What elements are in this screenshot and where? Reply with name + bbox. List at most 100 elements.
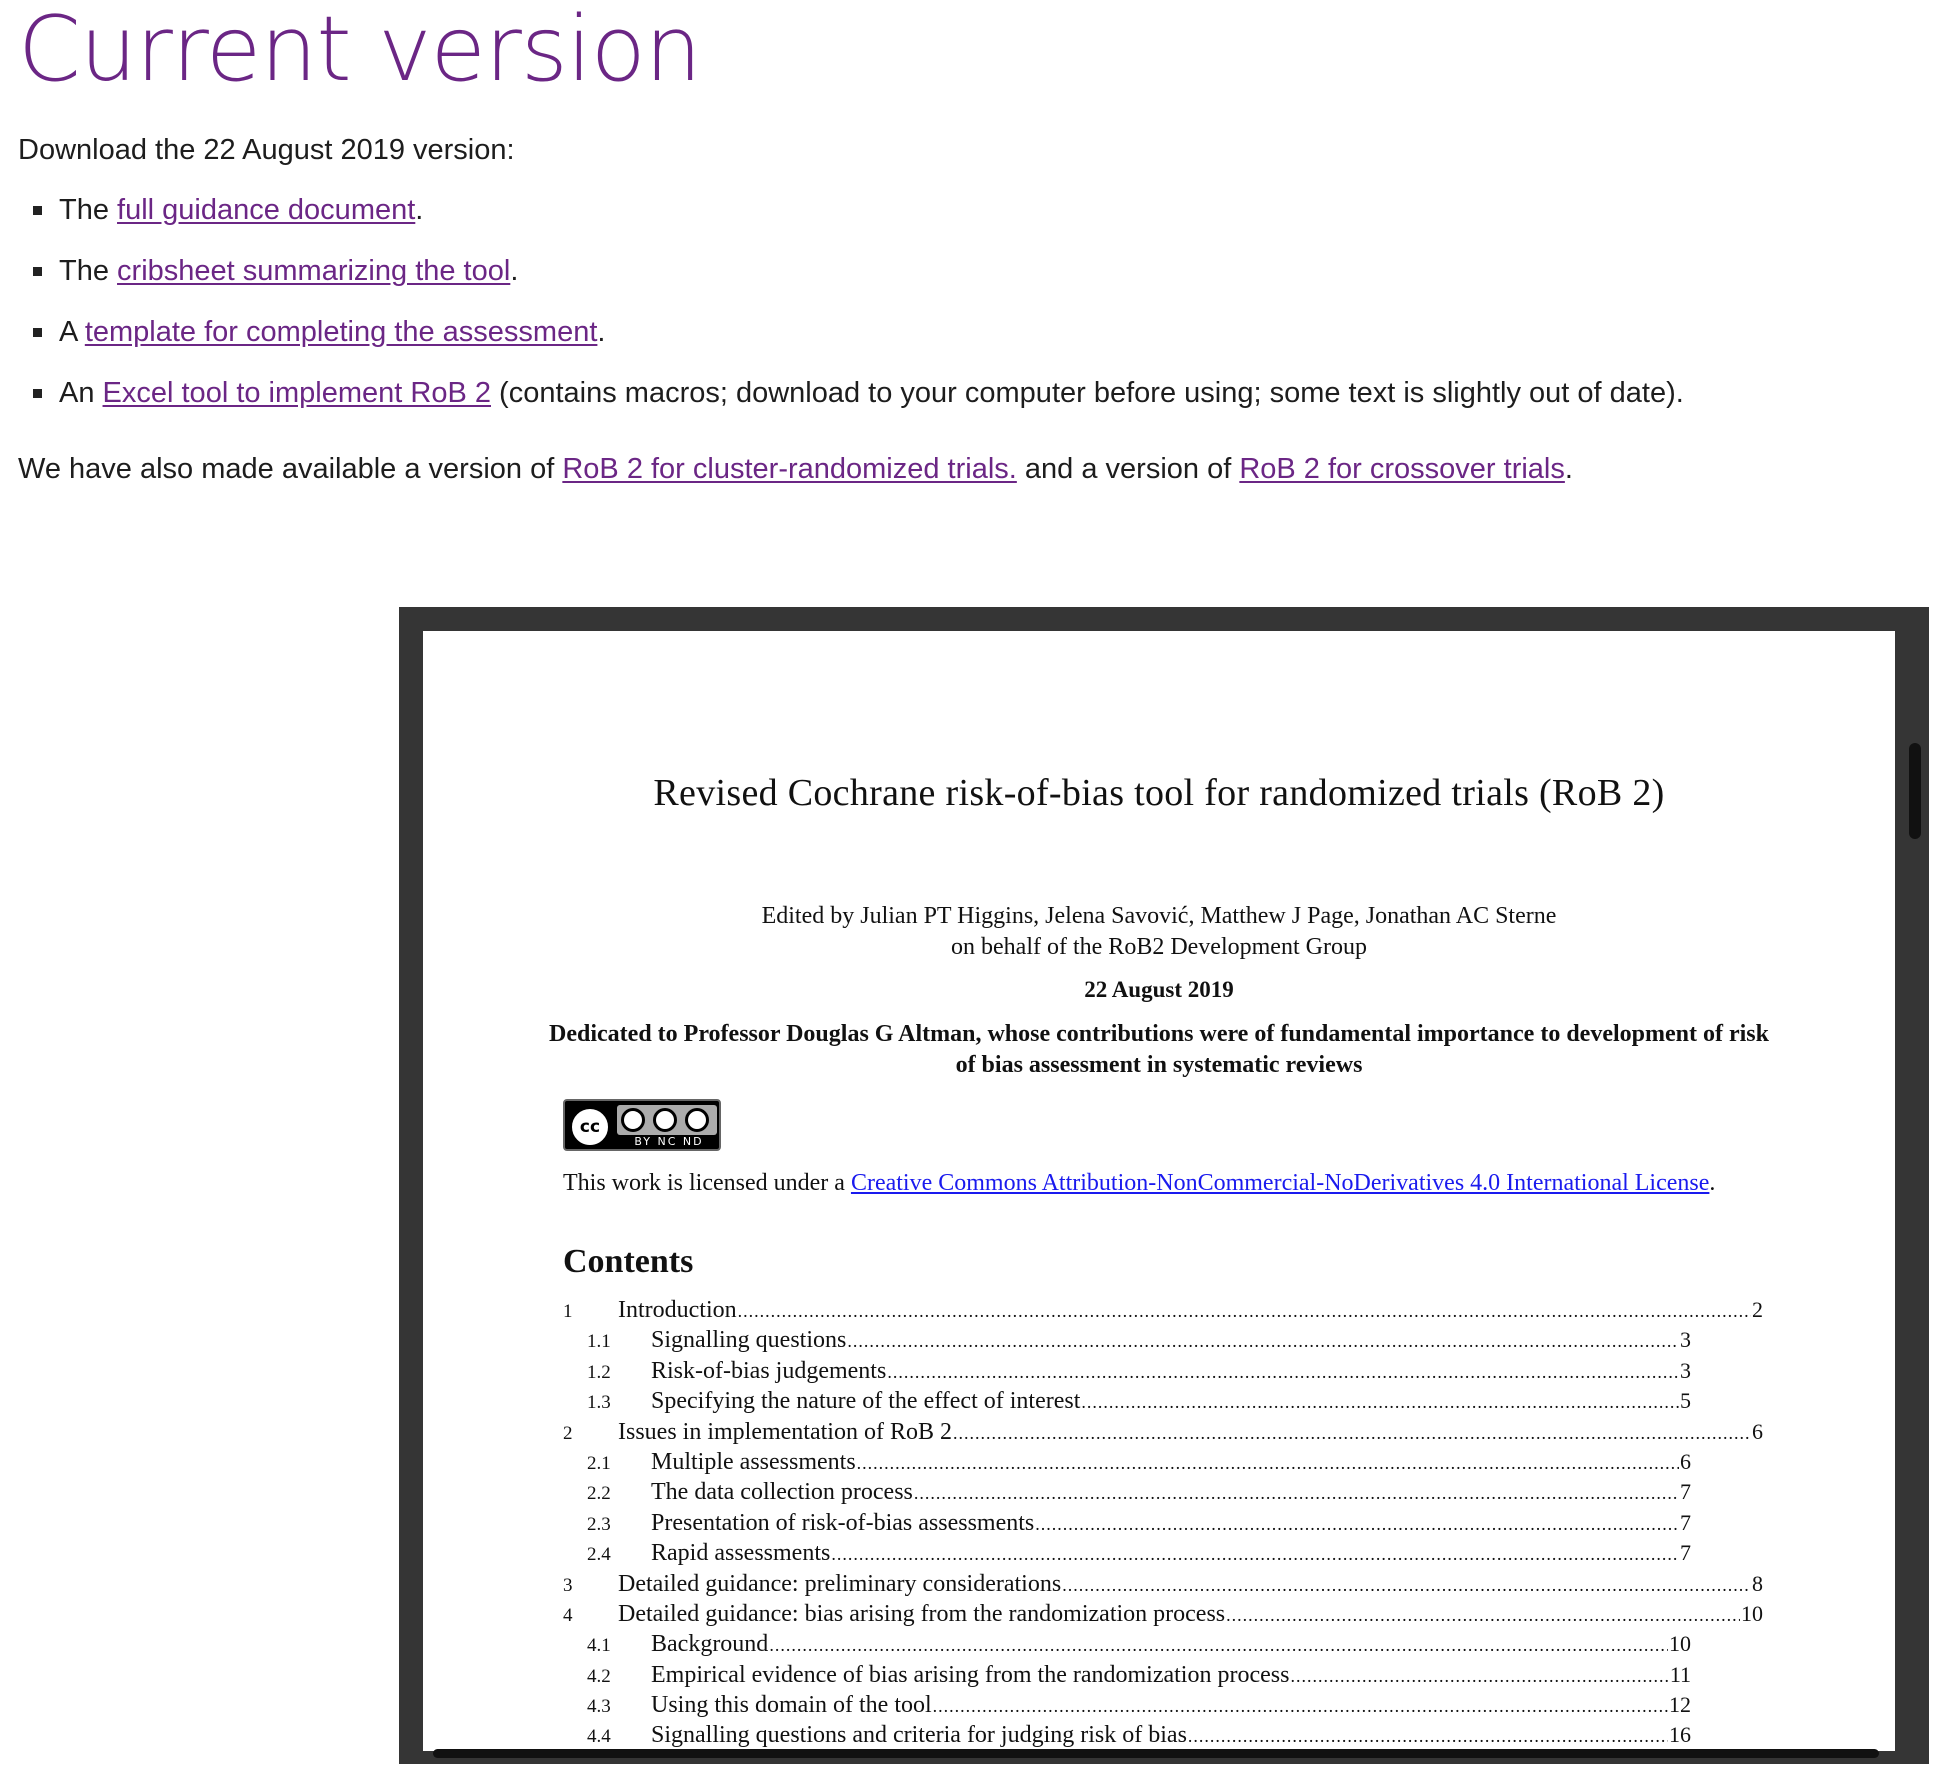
toc-entry[interactable]: 4.2 Empirical evidence of bias arising fr…	[563, 1660, 1691, 1690]
toc-page-number: 3	[1680, 1327, 1691, 1353]
toc-number: 4.3	[587, 1696, 611, 1718]
toc-leader	[847, 1326, 1679, 1356]
editors-line: Edited by Julian PT Higgins, Jelena Savo…	[761, 903, 1557, 929]
also-middle: and a version of	[1016, 453, 1240, 485]
toc-title: Background	[651, 1631, 769, 1658]
crossover-link[interactable]: RoB 2 for crossover trials	[1239, 453, 1565, 485]
page-title: Current version	[18, 0, 702, 102]
toc-number: 2.2	[587, 1483, 611, 1505]
download-item-guidance: The full guidance document.	[33, 192, 1684, 253]
toc-page-number: 7	[1680, 1479, 1691, 1505]
bullet-icon	[33, 267, 42, 276]
toc-title: Issues in implementation of RoB 2	[618, 1418, 952, 1445]
toc-leader	[914, 1478, 1679, 1508]
toc-page-number: 6	[1680, 1448, 1691, 1474]
toc-entry[interactable]: 2.3 Presentation of risk-of-bias assessme…	[563, 1508, 1691, 1538]
toc-number: 4	[563, 1604, 573, 1626]
toc-page-number: 3	[1680, 1357, 1691, 1383]
bullet-icon	[33, 328, 42, 337]
toc-leader	[769, 1630, 1668, 1660]
document-date: 22 August 2019	[1084, 977, 1234, 1002]
toc-entry[interactable]: 2.1 Multiple assessments 6	[563, 1447, 1691, 1477]
contents-heading: Contents	[563, 1243, 694, 1280]
toc-entry[interactable]: 1 Introduction 2	[563, 1295, 1763, 1325]
toc-entry[interactable]: 2 Issues in implementation of RoB 2 6	[563, 1417, 1763, 1447]
toc-title: Presentation of risk-of-bias assessments	[651, 1509, 1035, 1536]
toc-title: Detailed guidance: preliminary considera…	[618, 1570, 1062, 1597]
cc-terms-label: BY NC ND	[634, 1135, 704, 1148]
toc-entry[interactable]: 1.3 Specifying the nature of the effect o…	[563, 1386, 1691, 1416]
excel-tool-link[interactable]: Excel tool to implement RoB 2	[103, 377, 491, 409]
toc-number: 4.2	[587, 1665, 611, 1687]
item-suffix: .	[597, 316, 606, 348]
toc-number: 2.1	[587, 1452, 611, 1474]
toc-entry[interactable]: 3 Detailed guidance: preliminary consider…	[563, 1569, 1763, 1599]
cc-logo-icon: cc	[568, 1105, 612, 1149]
toc-entry[interactable]: 2.4 Rapid assessments 7	[563, 1538, 1691, 1568]
toc-leader	[738, 1296, 1751, 1326]
toc-title: Risk-of-bias judgements	[651, 1357, 887, 1384]
bullet-icon	[33, 389, 42, 398]
intro-text: Download the 22 August 2019 version:	[18, 134, 515, 166]
vertical-scrollbar[interactable]	[1909, 743, 1921, 839]
table-of-contents: 1Introduction21.1Signalling questions31.…	[563, 1295, 1763, 1751]
cc-terms-icons	[617, 1105, 717, 1135]
toc-leader	[887, 1357, 1679, 1387]
document-editors: Edited by Julian PT Higgins, Jelena Savo…	[423, 901, 1895, 963]
toc-number: 1.2	[587, 1361, 611, 1383]
license-text: This work is licensed under a Creative C…	[563, 1168, 1763, 1199]
toc-page-number: 12	[1669, 1692, 1691, 1718]
template-link[interactable]: template for completing the assessment	[85, 316, 598, 348]
toc-leader	[1035, 1509, 1679, 1539]
item-suffix: .	[415, 194, 424, 226]
toc-entry[interactable]: 2.2 The data collection process 7	[563, 1477, 1691, 1507]
toc-number: 1.1	[587, 1331, 611, 1353]
toc-entry[interactable]: 4.3 Using this domain of the tool 12	[563, 1690, 1691, 1720]
item-prefix: The	[59, 194, 118, 226]
toc-leader	[1062, 1570, 1751, 1600]
toc-leader	[831, 1539, 1679, 1569]
noderivatives-icon	[685, 1108, 709, 1132]
license-prefix: This work is licensed under a	[563, 1170, 851, 1196]
full-guidance-link[interactable]: full guidance document	[117, 194, 415, 226]
toc-entry[interactable]: 4 Detailed guidance: bias arising from th…	[563, 1599, 1763, 1629]
toc-page-number: 5	[1680, 1388, 1691, 1414]
toc-number: 2	[563, 1422, 573, 1444]
toc-page-number: 6	[1752, 1418, 1763, 1444]
download-item-template: A template for completing the assessment…	[33, 314, 1684, 375]
toc-title: Introduction	[618, 1297, 737, 1323]
cc-license-badge-icon: cc BY NC ND	[563, 1099, 721, 1151]
toc-leader	[857, 1448, 1679, 1478]
pdf-viewer[interactable]: Revised Cochrane risk-of-bias tool for r…	[399, 607, 1929, 1764]
cribsheet-link[interactable]: cribsheet summarizing the tool	[117, 255, 510, 287]
editors-group-line: on behalf of the RoB2 Development Group	[951, 934, 1367, 960]
toc-leader	[1226, 1600, 1740, 1630]
toc-number: 4.1	[587, 1635, 611, 1657]
item-prefix: An	[59, 377, 103, 409]
toc-page-number: 2	[1752, 1297, 1763, 1322]
toc-entry[interactable]: 1.2 Risk-of-bias judgements 3	[563, 1356, 1691, 1386]
toc-title: Detailed guidance: bias arising from the…	[618, 1600, 1226, 1627]
toc-page-number: 10	[1669, 1631, 1691, 1657]
item-suffix: .	[510, 255, 519, 287]
license-suffix: .	[1709, 1170, 1716, 1196]
toc-number: 2.4	[587, 1544, 611, 1566]
toc-title: Specifying the nature of the effect of i…	[651, 1388, 1081, 1415]
toc-title: Multiple assessments	[651, 1448, 856, 1475]
horizontal-scrollbar[interactable]	[433, 1749, 1879, 1758]
download-item-cribsheet: The cribsheet summarizing the tool.	[33, 253, 1684, 314]
cc-license-link[interactable]: Creative Commons Attribution-NonCommerci…	[851, 1170, 1709, 1196]
also-suffix: .	[1564, 453, 1573, 485]
cluster-randomized-link[interactable]: RoB 2 for cluster-randomized trials.	[562, 453, 1017, 485]
toc-page-number: 10	[1741, 1600, 1763, 1626]
toc-entry[interactable]: 4.4 Signalling questions and criteria for…	[563, 1720, 1691, 1750]
toc-entry[interactable]: 1.1 Signalling questions 3	[563, 1325, 1691, 1355]
toc-number: 4.4	[587, 1726, 611, 1748]
toc-entry[interactable]: 4.1 Background 10	[563, 1629, 1691, 1659]
toc-number: 1	[563, 1301, 573, 1322]
item-prefix: A	[59, 316, 85, 348]
toc-leader	[933, 1691, 1668, 1721]
toc-page-number: 8	[1752, 1570, 1763, 1596]
toc-page-number: 7	[1680, 1540, 1691, 1566]
toc-title: Rapid assessments	[651, 1540, 831, 1567]
